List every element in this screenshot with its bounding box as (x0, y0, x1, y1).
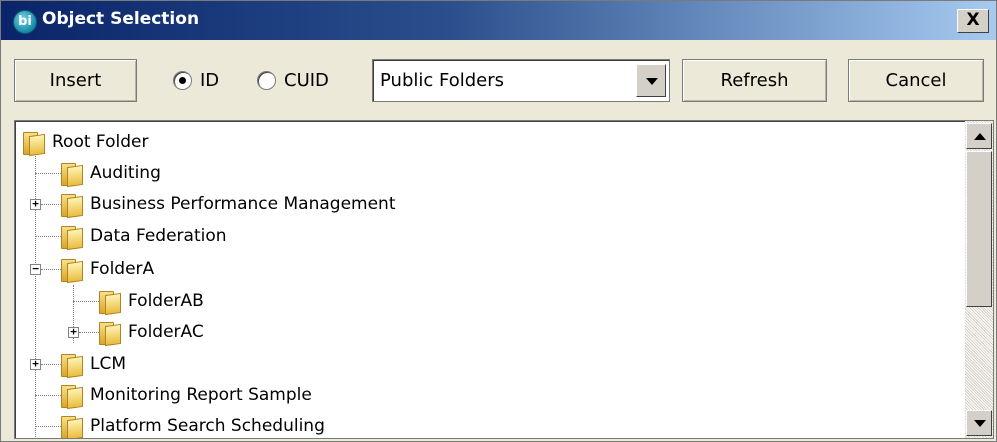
tree-node-label: Business Performance Management (90, 194, 396, 214)
tree-node[interactable]: Data Federation (61, 221, 227, 251)
folder-scope-select[interactable]: Public Folders (372, 59, 670, 102)
tree-node[interactable]: FolderA (61, 254, 154, 284)
close-button[interactable]: X (957, 9, 989, 33)
object-selection-dialog: bi Object Selection X Insert ID CUID Pub… (0, 0, 997, 442)
tree-connector (35, 173, 61, 174)
tree-connector (35, 236, 61, 237)
folder-scope-value: Public Folders (380, 70, 504, 91)
title-bar[interactable]: bi Object Selection X (1, 1, 996, 40)
folder-tree: + − + + Root Folder Auditing Business Pe… (15, 121, 965, 438)
window-title: Object Selection (42, 9, 200, 29)
folder-icon (61, 162, 83, 187)
tree-node-label: LCM (90, 354, 127, 374)
folder-icon (61, 384, 83, 409)
folder-icon (99, 321, 121, 346)
toolbar: Insert ID CUID Public Folders Refresh Ca… (1, 41, 996, 117)
tree-connector (41, 269, 61, 270)
radio-cuid-option[interactable]: CUID (257, 68, 329, 92)
refresh-button[interactable]: Refresh (682, 59, 827, 102)
tree-node-label: Monitoring Report Sample (90, 385, 312, 405)
folder-icon (61, 225, 83, 250)
plus-box-icon[interactable]: + (30, 198, 41, 210)
tree-node-label: FolderA (90, 259, 155, 279)
folder-icon (61, 415, 83, 438)
plus-box-icon[interactable]: + (68, 326, 79, 338)
folder-icon (23, 131, 45, 156)
tree-node-root[interactable]: Root Folder (23, 127, 148, 157)
tree-node[interactable]: Auditing (61, 158, 161, 188)
tree-node[interactable]: Monitoring Report Sample (61, 380, 312, 410)
chevron-down-icon[interactable] (636, 64, 666, 97)
tree-node[interactable]: FolderAC (99, 317, 204, 347)
bi-logo-icon: bi (13, 10, 37, 34)
tree-connector (79, 332, 99, 333)
tree-connector (35, 395, 61, 396)
tree-node-label: FolderAC (128, 322, 204, 342)
tree-node-label: Data Federation (90, 226, 227, 246)
tree-node[interactable]: LCM (61, 349, 126, 379)
folder-icon (99, 290, 121, 315)
radio-cuid-label: CUID (284, 69, 329, 91)
tree-connector (41, 364, 61, 365)
tree-connector (73, 301, 99, 302)
tree-node[interactable]: Platform Search Scheduling (61, 411, 325, 438)
folder-icon (61, 193, 83, 218)
radio-id-label: ID (200, 69, 220, 91)
tree-node-label: Auditing (90, 163, 161, 183)
tree-node-label: FolderAB (128, 291, 204, 311)
scrollbar-thumb[interactable] (966, 151, 992, 307)
tree-node[interactable]: Business Performance Management (61, 189, 396, 219)
plus-box-icon[interactable]: + (30, 358, 41, 370)
radio-id-option[interactable]: ID (173, 68, 219, 92)
tree-connector (41, 204, 61, 205)
cancel-button[interactable]: Cancel (848, 59, 984, 102)
tree-connector (35, 426, 61, 427)
folder-tree-panel: + − + + Root Folder Auditing Business Pe… (14, 120, 994, 439)
tree-node[interactable]: FolderAB (99, 286, 204, 316)
minus-box-icon[interactable]: − (30, 263, 41, 275)
folder-icon (61, 258, 83, 283)
vertical-scrollbar[interactable] (965, 121, 993, 438)
insert-button[interactable]: Insert (14, 59, 137, 102)
radio-cuid[interactable] (257, 70, 276, 90)
tree-node-label: Platform Search Scheduling (90, 416, 325, 436)
arrow-up-icon[interactable] (966, 123, 992, 149)
arrow-down-icon[interactable] (966, 410, 992, 436)
radio-id[interactable] (173, 70, 192, 90)
tree-node-label: Root Folder (52, 132, 149, 152)
folder-icon (61, 353, 83, 378)
